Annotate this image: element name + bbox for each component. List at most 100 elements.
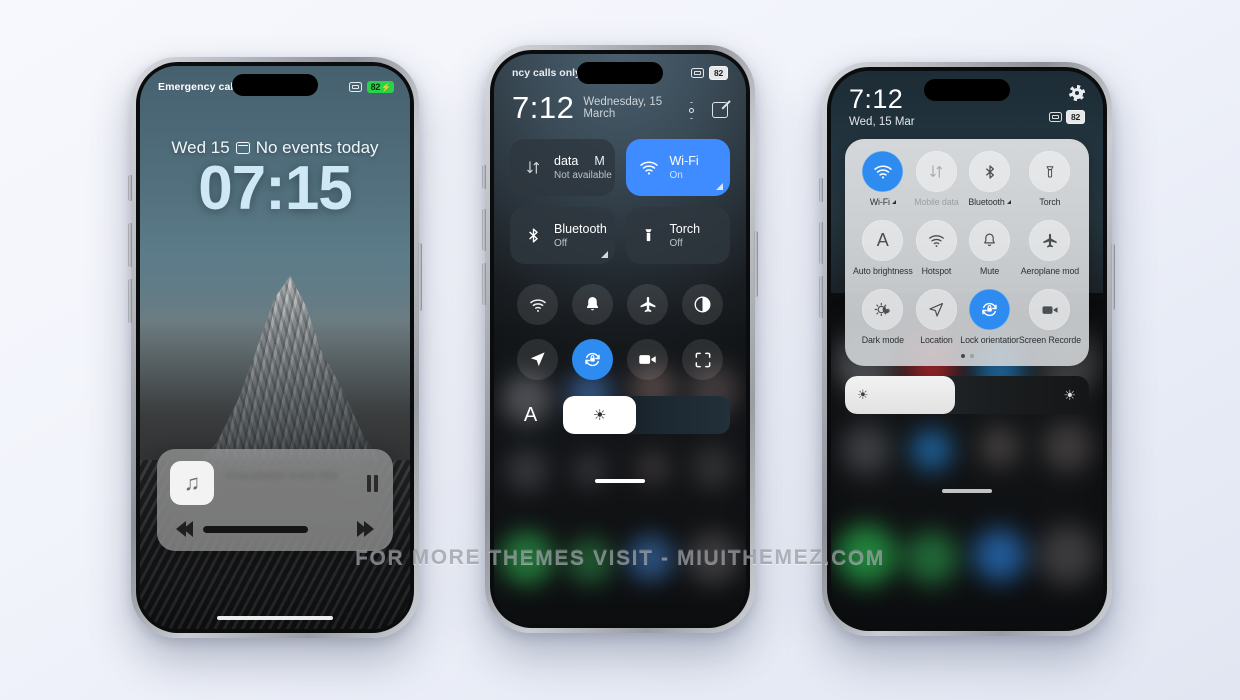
wifi-icon	[862, 151, 904, 193]
toggle-label: Hotspot	[921, 266, 952, 277]
toggle-label: Lock orientatior	[960, 335, 1019, 346]
calendar-icon	[235, 142, 250, 154]
power-button[interactable]	[754, 231, 758, 297]
quick-setting-tiles: data M Not available Wi-Fi On Bluetooth …	[510, 139, 730, 264]
lock-orientation-icon-button[interactable]	[572, 339, 613, 380]
dynamic-island	[577, 62, 663, 84]
scan-icon-button[interactable]	[682, 339, 723, 380]
fast-forward-icon[interactable]	[357, 521, 374, 537]
bell-icon	[969, 220, 1011, 262]
brightness-row: A ☀	[510, 396, 730, 434]
drag-handle[interactable]	[595, 479, 645, 483]
dynamic-island	[924, 79, 1010, 101]
header-time: 7:12	[849, 84, 904, 114]
toggle-label: Screen Recorde	[1018, 335, 1081, 346]
torch-icon	[1029, 151, 1071, 193]
brightness-slider[interactable]: ☀ ☀	[845, 376, 1089, 415]
dark-mode-icon-button[interactable]	[682, 284, 723, 325]
volume-down-button[interactable]	[819, 276, 823, 318]
screen-recorder-icon	[1029, 289, 1071, 331]
brightness-slider[interactable]: ☀	[563, 396, 730, 434]
page-indicator[interactable]	[853, 354, 1081, 359]
volume-up-button[interactable]	[128, 223, 132, 267]
power-button[interactable]	[418, 243, 422, 311]
carrier-label: ncy calls only	[512, 67, 581, 79]
expand-corner-icon[interactable]	[716, 183, 723, 190]
tile-sublabel: On	[669, 170, 683, 181]
lockscreen-info: Wed 15 No events today 07:15	[140, 138, 410, 221]
volume-up-button[interactable]	[482, 209, 486, 251]
bell-icon-button[interactable]	[572, 284, 613, 325]
expand-corner-icon[interactable]	[600, 251, 608, 258]
track-title: Unavailable track title	[225, 469, 339, 482]
home-indicator[interactable]	[217, 616, 333, 620]
aeroplane-icon	[1029, 220, 1071, 262]
location-icon	[915, 289, 957, 331]
edit-pencil-icon[interactable]	[712, 102, 728, 118]
tile-bluetooth[interactable]: Bluetooth Off	[510, 207, 615, 264]
gear-icon[interactable]	[1069, 85, 1085, 101]
rewind-icon[interactable]	[176, 521, 193, 537]
aeroplane-icon-button[interactable]	[627, 284, 668, 325]
tile-mobile-data[interactable]: data M Not available	[510, 139, 615, 196]
toggle-label: Auto brightness	[853, 266, 913, 277]
volume-down-button[interactable]	[128, 279, 132, 323]
auto-brightness-icon: A	[862, 220, 904, 262]
auto-brightness-button[interactable]: A	[510, 404, 551, 427]
toggle-mute[interactable]: Mute	[960, 220, 1019, 276]
dynamic-island	[232, 74, 318, 96]
music-progress-bar[interactable]	[203, 525, 347, 533]
settings-hex-icon[interactable]	[684, 102, 699, 119]
wifi-icon	[638, 158, 660, 178]
drag-handle[interactable]	[942, 489, 992, 493]
expand-corner-icon[interactable]	[1006, 200, 1011, 205]
phone-2-screen: ncy calls only 82 7:12 Wednesday, 15 Mar…	[494, 54, 746, 624]
phone-3-screen: 7:12 Wed, 15 Mar 82 Wi-Fi Mobile data Bl…	[831, 71, 1103, 627]
tile-wifi[interactable]: Wi-Fi On	[625, 139, 730, 196]
toggle-location[interactable]: Location	[913, 289, 961, 345]
volume-up-button[interactable]	[819, 222, 823, 264]
page-dot-2[interactable]	[969, 354, 974, 359]
battery-percent: 82	[370, 82, 381, 92]
status-badge: 82	[708, 66, 728, 80]
toggle-screen-recorder[interactable]: Screen Recorde	[1019, 289, 1081, 345]
tile-label: Torch	[669, 222, 701, 236]
lockscreen-clock: 07:15	[198, 154, 353, 223]
mute-switch[interactable]	[819, 178, 823, 202]
toggle-hotspot[interactable]: Hotspot	[913, 220, 961, 276]
camera-icon	[1048, 112, 1062, 122]
toggle-lock-orientation[interactable]: Lock orientatior	[960, 289, 1019, 345]
toggle-torch[interactable]: Torch	[1019, 151, 1081, 207]
toggle-label: Location	[920, 335, 953, 346]
tile-sublabel: Off	[669, 238, 683, 249]
status-badge: 82 ⚡	[366, 81, 394, 93]
toggle-grid: Wi-Fi Mobile data Bluetooth Torch A Auto…	[853, 151, 1081, 345]
tile-torch[interactable]: Torch Off	[625, 207, 730, 264]
dark-mode-icon	[862, 289, 904, 331]
bolt-icon: ⚡	[381, 82, 391, 92]
mute-switch[interactable]	[482, 165, 486, 189]
toggle-dark-mode[interactable]: Dark mode	[853, 289, 913, 345]
screen-recorder-icon-button[interactable]	[627, 339, 668, 380]
header-date: Wed, 15 Mar	[849, 116, 915, 129]
tile-sublabel: Off	[554, 238, 568, 249]
power-button[interactable]	[1111, 244, 1115, 310]
torch-icon	[638, 226, 660, 245]
toggle-auto-brightness[interactable]: A Auto brightness	[853, 220, 913, 276]
carrier-label: Emergency cal	[158, 81, 234, 93]
status-badge: 82	[1065, 110, 1085, 124]
expand-corner-icon[interactable]	[891, 200, 896, 205]
location-icon-button[interactable]	[517, 339, 558, 380]
toggle-mobile-data[interactable]: Mobile data	[913, 151, 961, 207]
volume-down-button[interactable]	[482, 263, 486, 305]
toggle-label: Torch	[1039, 197, 1061, 208]
mute-switch[interactable]	[128, 175, 132, 201]
toggle-aeroplane-mode[interactable]: Aeroplane mod	[1019, 220, 1081, 276]
tile-label: Bluetooth	[554, 222, 607, 236]
page-dot-1[interactable]	[960, 354, 965, 359]
music-player-widget[interactable]: ♫ Unavailable track title Unavailable ar…	[157, 449, 393, 551]
toggle-bluetooth[interactable]: Bluetooth	[960, 151, 1019, 207]
hotspot-icon-button[interactable]	[517, 284, 558, 325]
toggle-wifi[interactable]: Wi-Fi	[853, 151, 913, 207]
pause-icon[interactable]	[367, 474, 380, 492]
